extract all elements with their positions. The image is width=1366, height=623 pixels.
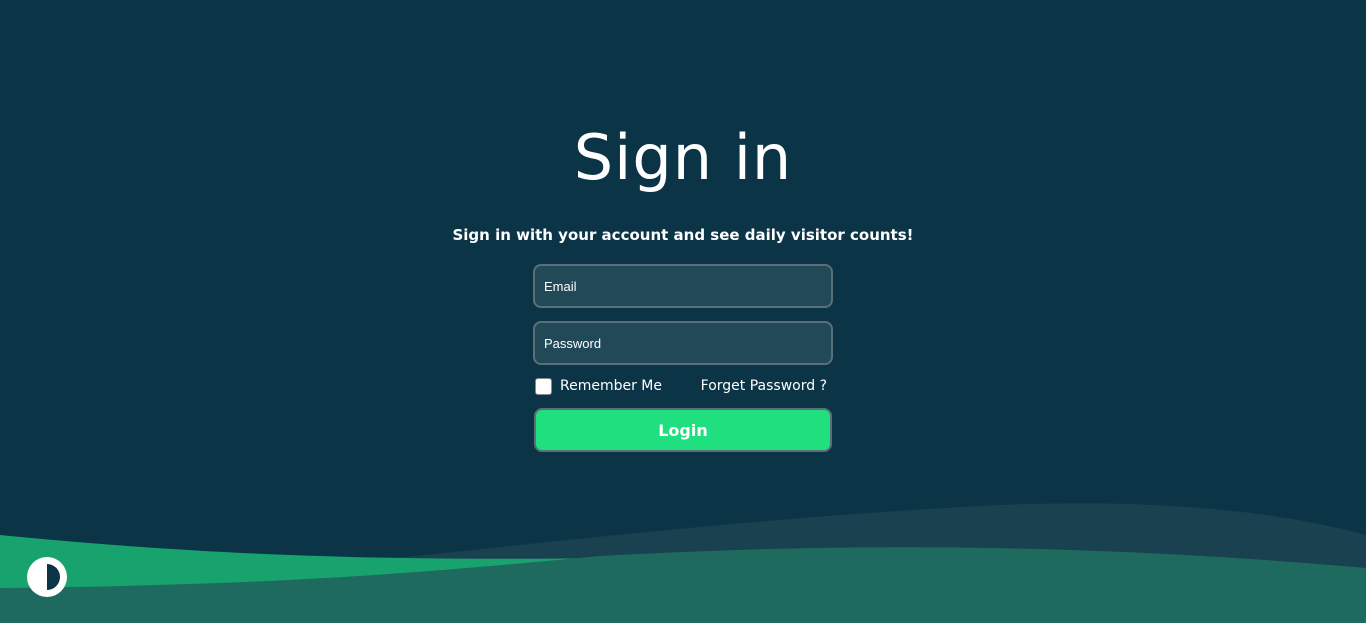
remember-me-checkbox[interactable] <box>535 377 552 395</box>
contrast-icon <box>27 557 67 597</box>
page-title: Sign in <box>573 121 793 194</box>
remember-me-toggle[interactable]: Remember Me <box>535 377 662 395</box>
login-button[interactable]: Login <box>534 408 832 452</box>
remember-me-label: Remember Me <box>560 378 662 394</box>
form-options-row: Remember Me Forget Password ? <box>535 376 831 396</box>
signin-subtitle: Sign in with your account and see daily … <box>452 226 914 244</box>
email-field[interactable] <box>533 264 833 308</box>
password-field[interactable] <box>533 321 833 365</box>
signin-form: Sign in Sign in with your account and se… <box>0 0 1366 452</box>
forget-password-link[interactable]: Forget Password ? <box>701 378 827 394</box>
theme-toggle-button[interactable] <box>26 556 68 598</box>
